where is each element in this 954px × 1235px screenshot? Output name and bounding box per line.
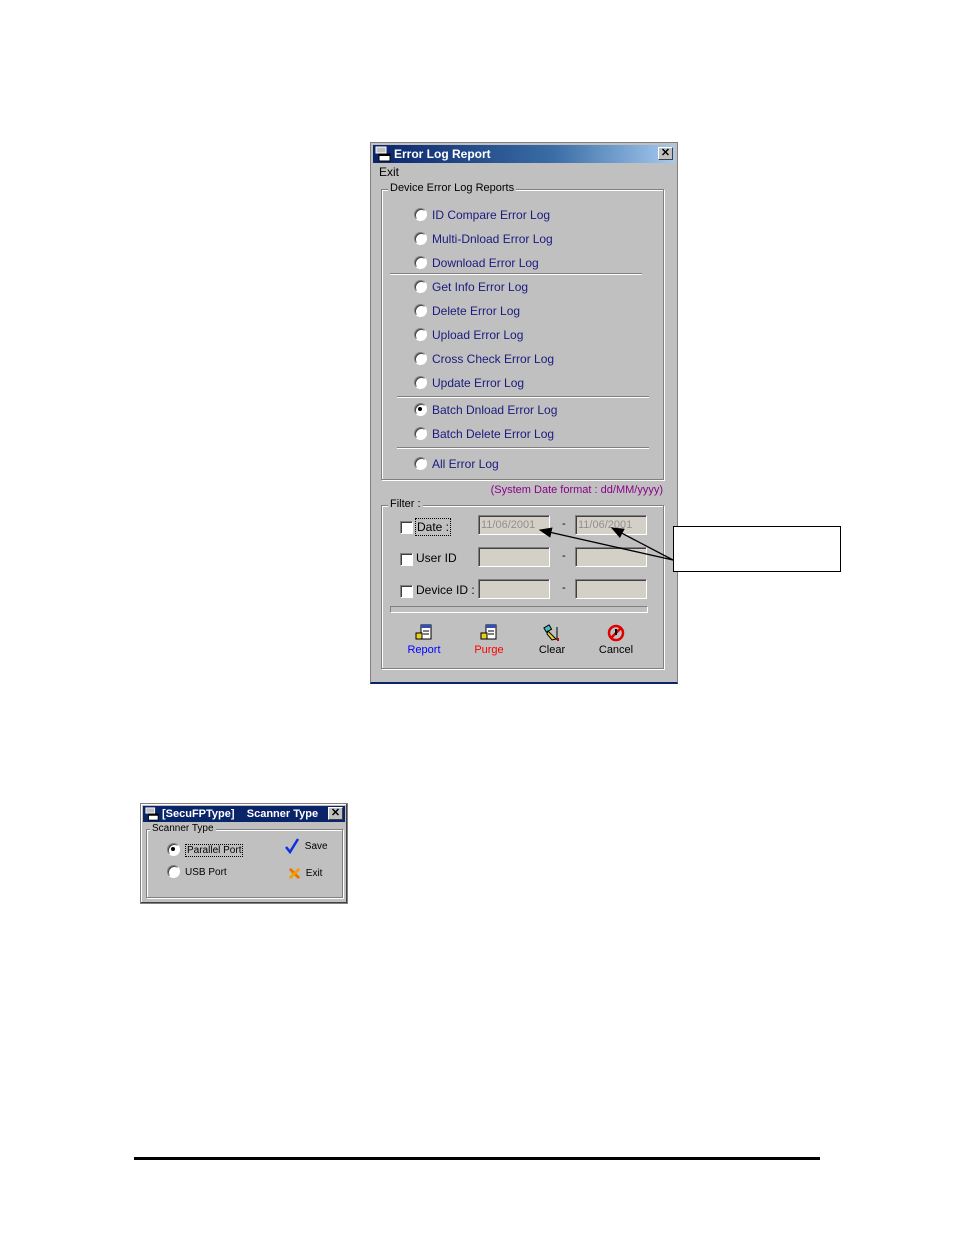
radio-icon-selected[interactable] (414, 403, 427, 417)
report-label: Report (407, 644, 441, 656)
window-title: [SecuFPType] Scanner Type (162, 808, 319, 820)
device-id-checkbox[interactable] (400, 585, 413, 598)
radio-batch-delete[interactable]: Batch Delete Error Log (414, 425, 554, 443)
app-icon (145, 807, 159, 821)
filter-group: Filter : Date : 11/06/2001 - 11/06/2001 … (381, 498, 664, 669)
radio-icon[interactable] (414, 376, 427, 390)
radio-usb-port[interactable]: USB Port (167, 864, 227, 882)
close-button[interactable]: ✕ (658, 147, 673, 160)
close-button[interactable]: ✕ (328, 807, 343, 820)
cancel-label: Cancel (598, 644, 634, 656)
title-bar[interactable]: Error Log Report ✕ (373, 145, 675, 163)
clear-icon (543, 624, 559, 641)
radio-id-compare[interactable]: ID Compare Error Log (414, 206, 550, 224)
radio-multi-dnload[interactable]: Multi-Dnload Error Log (414, 230, 553, 248)
cancel-button[interactable]: Cancel (591, 624, 641, 656)
date-to-field[interactable]: 11/06/2001 (575, 515, 647, 535)
radio-icon[interactable] (414, 427, 427, 441)
user-id-from-field[interactable] (478, 547, 550, 567)
radio-icon[interactable] (414, 304, 427, 318)
group-title: Device Error Log Reports (388, 182, 517, 194)
radio-icon[interactable] (414, 352, 427, 366)
device-id-from-field[interactable] (478, 579, 550, 599)
radio-icon[interactable] (414, 208, 427, 222)
device-id-to-field[interactable] (575, 579, 647, 599)
radio-icon[interactable] (414, 457, 427, 471)
purge-button[interactable]: Purge (464, 624, 514, 656)
radio-all[interactable]: All Error Log (414, 455, 499, 473)
device-error-log-group: Device Error Log Reports ID Compare Erro… (381, 182, 664, 480)
filter-title: Filter : (388, 498, 423, 510)
clear-button[interactable]: Clear (527, 624, 577, 656)
scanner-type-window: [SecuFPType] Scanner Type ✕ Scanner Type… (140, 803, 348, 904)
radio-icon[interactable] (414, 232, 427, 246)
clear-label: Clear (538, 644, 566, 656)
range-separator: - (562, 582, 566, 594)
group-title: Scanner Type (150, 823, 216, 834)
user-id-to-field[interactable] (575, 547, 647, 567)
date-checkbox[interactable] (400, 521, 413, 534)
user-id-label: User ID (416, 551, 457, 565)
radio-upload[interactable]: Upload Error Log (414, 326, 523, 344)
radio-icon[interactable] (414, 328, 427, 342)
progress-bar (390, 606, 648, 613)
close-icon: ✕ (330, 807, 341, 819)
title-bar[interactable]: [SecuFPType] Scanner Type ✕ (143, 806, 345, 822)
x-icon (288, 867, 301, 880)
save-button[interactable]: Save (284, 838, 328, 855)
radio-icon[interactable] (414, 256, 427, 270)
range-separator: - (562, 518, 566, 530)
scanner-type-group: Scanner Type Parallel Port USB Port Save… (146, 823, 343, 898)
purge-icon (480, 624, 497, 640)
purge-label: Purge (474, 644, 504, 656)
radio-batch-dnload[interactable]: Batch Dnload Error Log (414, 401, 557, 419)
separator (397, 396, 649, 398)
separator (390, 273, 642, 275)
radio-parallel-port[interactable]: Parallel Port (167, 842, 244, 860)
date-format-note: (System Date format : dd/MM/yyyy) (490, 484, 663, 496)
checkmark-icon (285, 838, 300, 855)
footer-rule (134, 1157, 820, 1160)
close-icon: ✕ (660, 147, 671, 159)
app-icon (375, 146, 391, 162)
range-separator: - (562, 550, 566, 562)
radio-icon[interactable] (414, 280, 427, 294)
radio-delete[interactable]: Delete Error Log (414, 302, 520, 320)
error-log-report-window: Error Log Report ✕ Exit Device Error Log… (370, 142, 678, 684)
radio-update[interactable]: Update Error Log (414, 374, 524, 392)
device-id-label: Device ID : (416, 583, 475, 597)
exit-button[interactable]: Exit (288, 867, 322, 880)
report-icon (415, 624, 432, 640)
cancel-icon (607, 624, 625, 642)
report-button[interactable]: Report (399, 624, 449, 656)
separator (397, 447, 649, 449)
window-title: Error Log Report (394, 147, 491, 161)
radio-icon[interactable] (167, 864, 180, 878)
date-label: Date : (415, 518, 452, 536)
callout-box (673, 526, 841, 572)
radio-cross-check[interactable]: Cross Check Error Log (414, 350, 554, 368)
menu-item-exit[interactable]: Exit (379, 165, 399, 179)
radio-get-info[interactable]: Get Info Error Log (414, 278, 528, 296)
radio-icon-selected[interactable] (167, 842, 180, 856)
user-id-checkbox[interactable] (400, 553, 413, 566)
date-from-field[interactable]: 11/06/2001 (478, 515, 550, 535)
radio-download[interactable]: Download Error Log (414, 254, 539, 272)
